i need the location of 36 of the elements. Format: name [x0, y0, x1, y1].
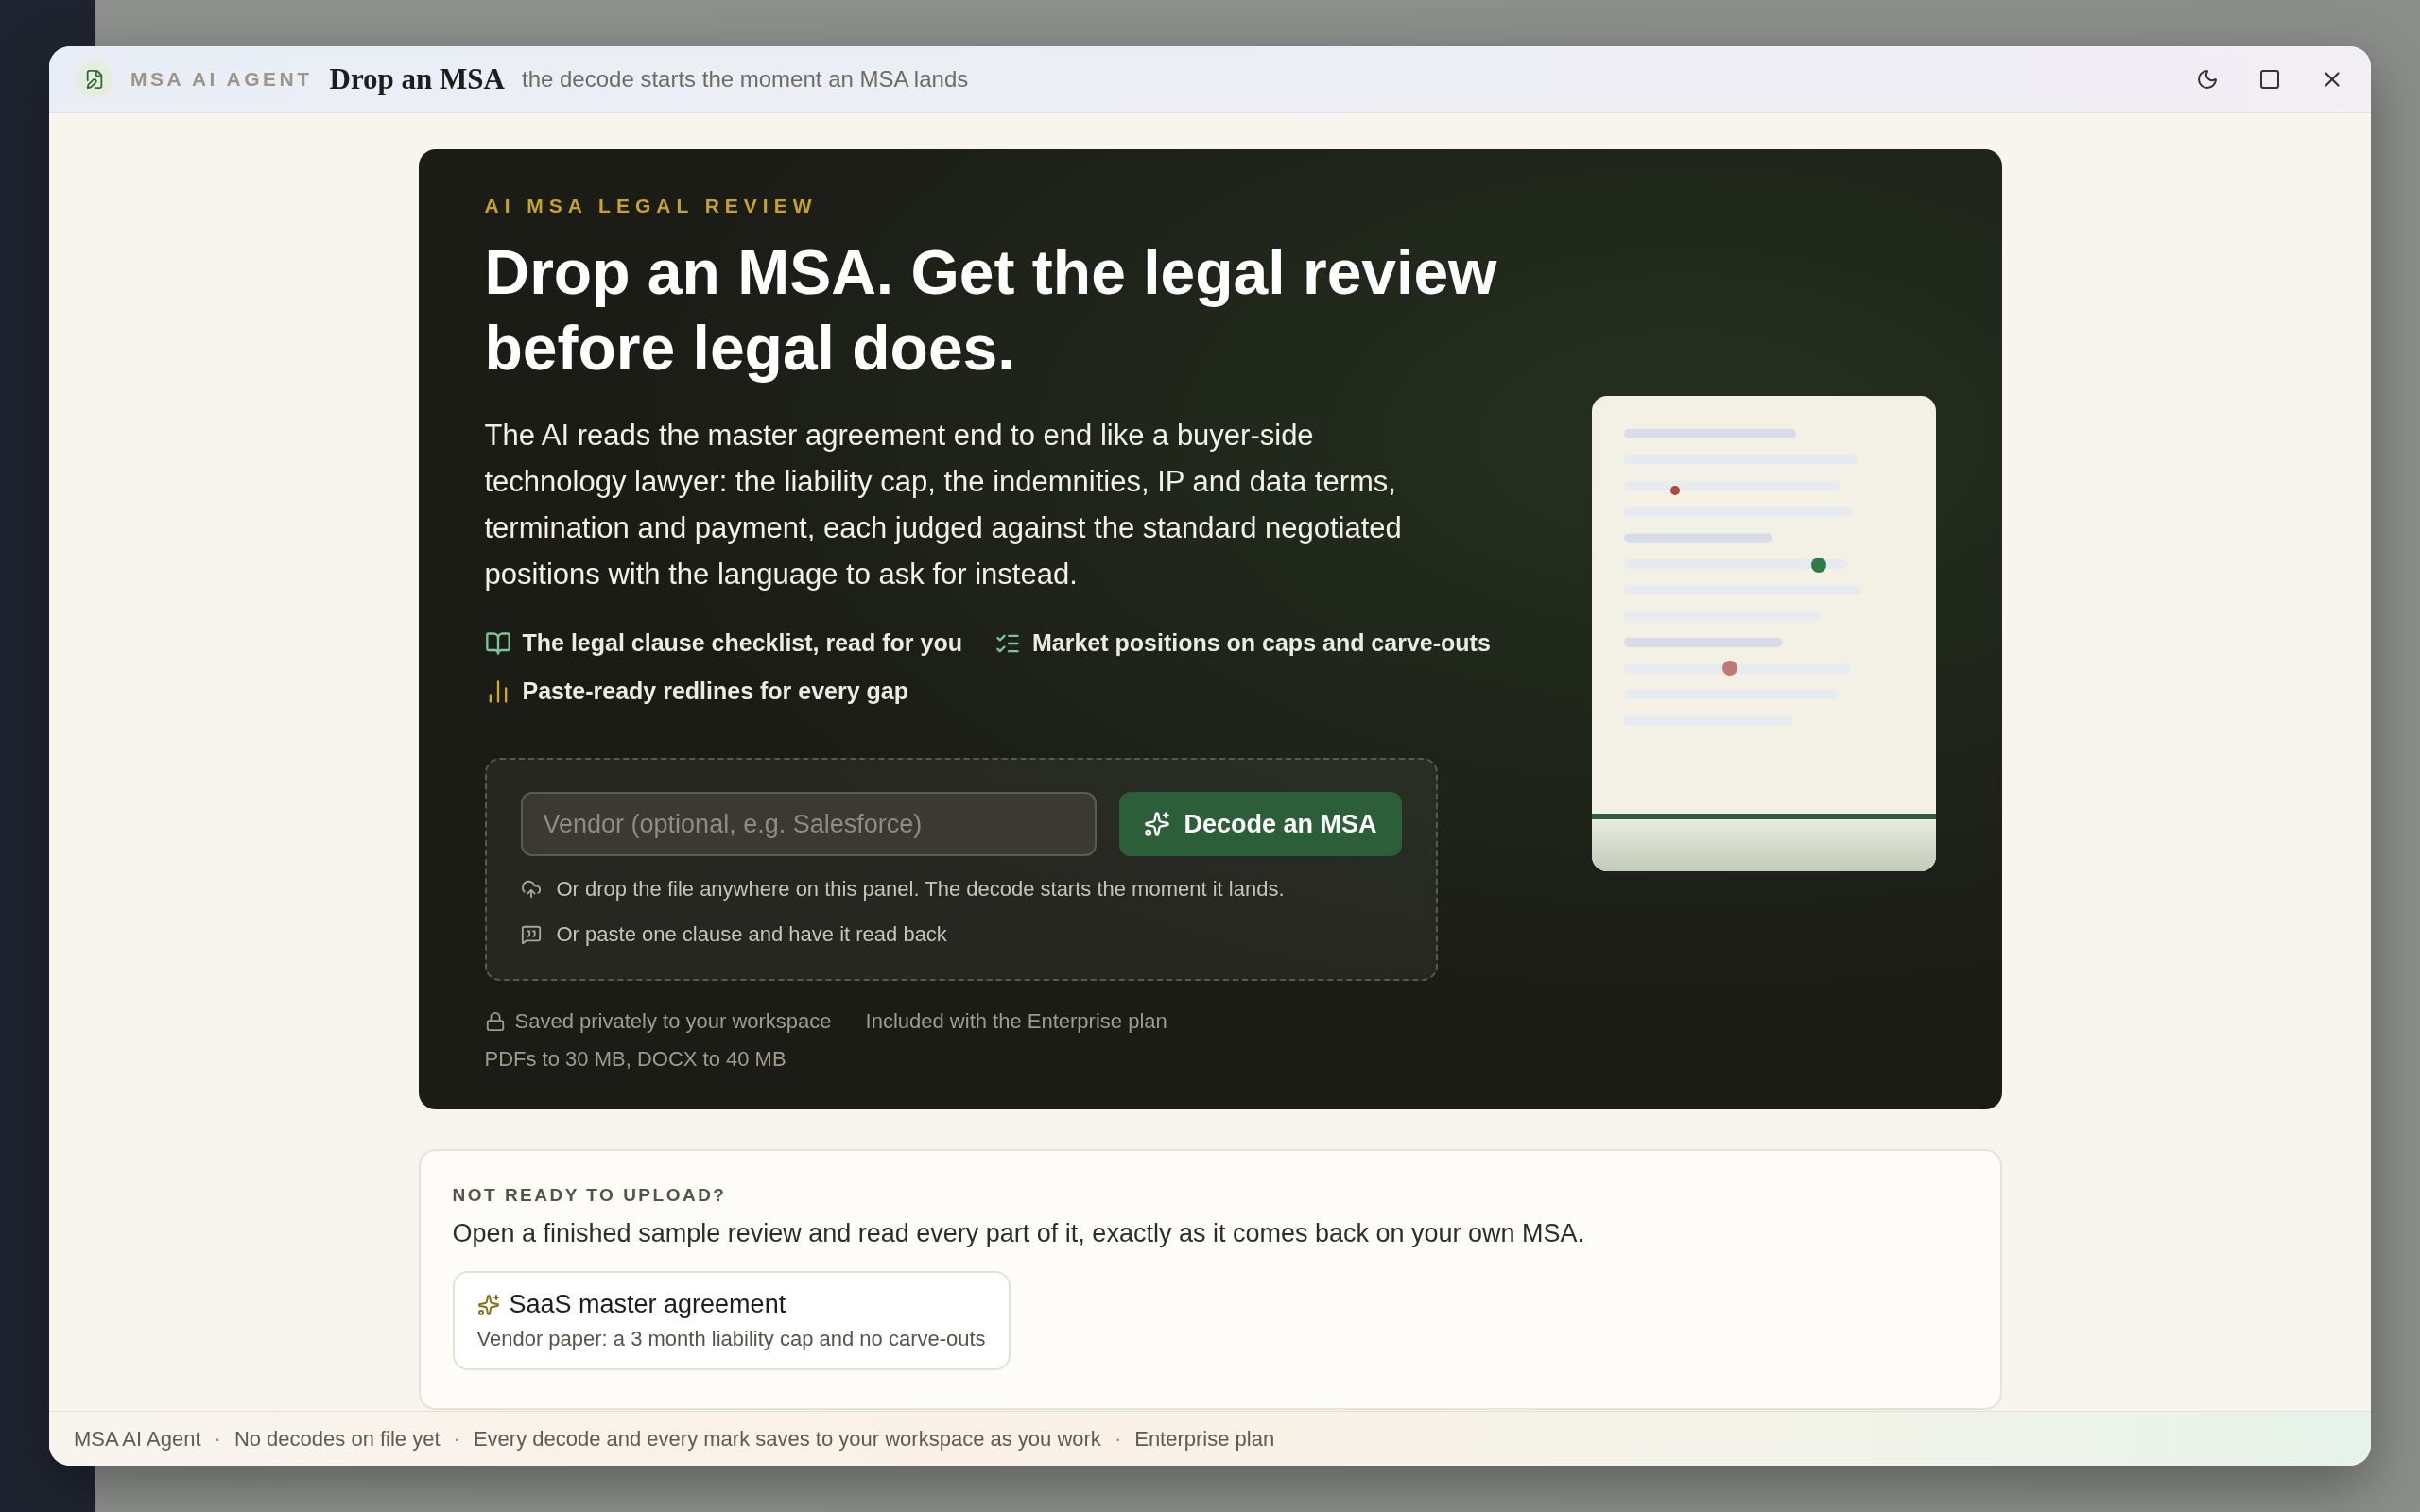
feature-label: The legal clause checklist, read for you [522, 629, 962, 657]
sample-description: Open a finished sample review and read every part of it, exactly as it comes back on your own MSA. [452, 1219, 1586, 1248]
window-title: Drop an MSA [329, 62, 505, 96]
window-subtitle: the decode starts the moment an MSA lands [521, 66, 969, 93]
sparkle-icon [476, 1293, 500, 1316]
separator-dot: · [214, 1426, 221, 1452]
meta-text: Saved privately to your workspace [514, 1009, 832, 1034]
hero-description: The AI reads the master agreement end to end like a buyer-side technology lawyer: the liability cap, the indemnities, IP and data terms, termination and payment, each judged against the standard negotiated positions with the language to ask for instead. [484, 418, 1403, 593]
square-icon [2258, 68, 2281, 91]
hero-eyebrow: AI MSA LEGAL REVIEW [484, 195, 819, 217]
status-text: MSA AI Agent [74, 1426, 201, 1452]
status-text: No decodes on file yet [233, 1426, 441, 1452]
separator-dot: · [453, 1426, 460, 1452]
vendor-input-field[interactable]: Vendor (optional, e.g. Salesforce) [520, 792, 1098, 856]
feature-label: Paste-ready redlines for every gap [522, 678, 909, 705]
hint-text: Or drop the file anywhere on this panel. The decode starts the moment it lands. [556, 877, 1285, 902]
hero-headline: Drop an MSA. Get the legal review before legal does. [484, 236, 1498, 385]
status-text: Every decode and every mark saves to your workspace as you work [473, 1426, 1101, 1452]
status-text: Enterprise plan [1134, 1426, 1275, 1452]
decode-button[interactable]: Decode an MSA [1119, 792, 1402, 856]
sparkle-icon [1144, 811, 1171, 837]
window-eyebrow: MSA AI AGENT [130, 68, 313, 91]
book-icon [484, 629, 511, 657]
cloud-upload-icon [520, 879, 542, 900]
drop-zone[interactable]: Vendor (optional, e.g. Salesforce) Decode an MSA Or drop the file anywhere on this panel. The decode starts the moment it lands. Or paste one clause and have it read back [484, 758, 1438, 981]
feature-label: Market positions on caps and carve-outs [1031, 629, 1491, 657]
moon-icon [2196, 68, 2219, 91]
sample-card[interactable]: SaaS master agreement Vendor paper: a 3 month liability cap and no carve-outs [452, 1271, 1011, 1370]
meta-text: PDFs to 30 MB, DOCX to 40 MB [484, 1047, 786, 1072]
separator-dot: · [1114, 1426, 1122, 1452]
lock-icon [484, 1011, 506, 1032]
hint-text: Or paste one clause and have it read back [556, 922, 947, 947]
meta-text: Included with the Enterprise plan [865, 1009, 1167, 1034]
sample-eyebrow: NOT READY TO UPLOAD? [452, 1185, 728, 1206]
document-pen-icon [76, 60, 113, 98]
quote-bubble-icon [520, 924, 542, 945]
